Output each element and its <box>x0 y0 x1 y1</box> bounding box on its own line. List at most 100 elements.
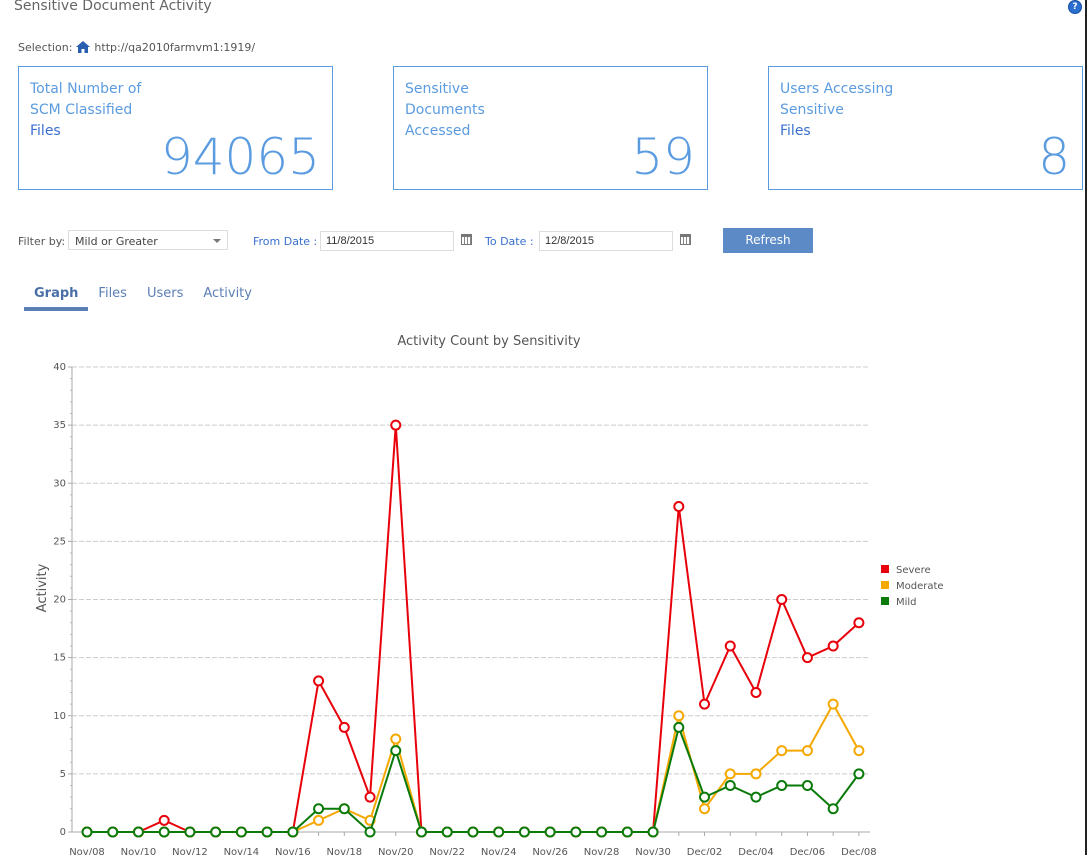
x-tick-label: Nov/18 <box>326 847 362 855</box>
data-point <box>776 594 788 605</box>
card-label: Sensitive Documents Accessed <box>405 79 605 142</box>
chart-title: Activity Count by Sensitivity <box>397 334 581 349</box>
legend-swatch <box>881 581 889 589</box>
y-tick-label: 40 <box>53 362 66 373</box>
data-point <box>338 803 350 815</box>
data-point <box>544 826 556 838</box>
data-point <box>158 826 170 838</box>
card-value: 59 <box>631 128 695 186</box>
data-point <box>724 780 736 791</box>
calendar-icon[interactable] <box>680 234 691 245</box>
card-value: 8 <box>1038 128 1070 186</box>
refresh-button[interactable]: Refresh <box>723 228 813 253</box>
series-mild <box>81 721 865 838</box>
home-icon[interactable] <box>75 40 91 54</box>
tab-users[interactable]: Users <box>137 284 193 311</box>
data-point <box>673 501 685 512</box>
legend-swatch <box>881 565 889 573</box>
data-point <box>699 698 711 710</box>
data-point <box>390 733 402 745</box>
x-tick-label: Dec/02 <box>687 847 722 855</box>
card-sensitive-docs-accessed: Sensitive Documents Accessed 59 <box>393 66 708 190</box>
card-label-line: Sensitive <box>780 102 844 118</box>
card-value: 94065 <box>160 128 320 186</box>
data-point <box>415 826 427 838</box>
x-tick-label: Nov/22 <box>429 847 465 855</box>
x-tick-label: Nov/30 <box>635 847 671 855</box>
tab-files[interactable]: Files <box>88 284 137 311</box>
help-icon[interactable]: ? <box>1068 0 1082 14</box>
y-tick-label: 15 <box>53 653 66 664</box>
x-tick-label: Dec/06 <box>790 847 825 855</box>
y-tick-label: 10 <box>53 711 66 722</box>
y-tick-label: 35 <box>53 420 66 431</box>
data-point <box>827 803 839 815</box>
data-point <box>596 826 608 838</box>
to-date-label: To Date : <box>485 235 534 248</box>
view-tabs: Graph Files Users Activity <box>24 284 262 311</box>
x-tick-label: Nov/26 <box>532 847 568 855</box>
data-point <box>647 826 659 838</box>
tab-graph[interactable]: Graph <box>24 284 89 311</box>
legend-label: Mild <box>896 597 917 608</box>
chevron-down-icon <box>213 239 221 243</box>
legend-label: Moderate <box>896 581 944 592</box>
data-point <box>235 826 247 838</box>
card-label-line: Users Accessing <box>780 81 894 97</box>
data-point <box>467 826 479 838</box>
x-tick-label: Nov/14 <box>224 847 260 855</box>
data-point <box>801 780 813 791</box>
data-point <box>364 791 376 803</box>
card-total-classified-files: Total Number of SCM Classified Files 940… <box>18 66 333 190</box>
data-point <box>801 652 813 664</box>
data-point <box>132 826 144 838</box>
y-tick-label: 0 <box>60 827 66 838</box>
data-point <box>313 814 325 826</box>
data-point <box>158 814 170 826</box>
data-point <box>390 419 402 431</box>
calendar-icon[interactable] <box>461 234 472 245</box>
card-label-line: Total Number of <box>30 81 142 97</box>
data-point <box>673 721 685 733</box>
from-date-input[interactable] <box>320 231 454 251</box>
data-point <box>853 768 865 780</box>
y-tick-label: 20 <box>53 595 66 606</box>
selection-url[interactable]: http://qa2010farmvm1:1919/ <box>94 41 255 54</box>
x-tick-label: Nov/20 <box>378 847 414 855</box>
selection-label: Selection: <box>18 40 73 54</box>
card-label-line: Files <box>780 123 811 139</box>
data-point <box>827 640 839 652</box>
data-point <box>184 826 196 838</box>
selection-breadcrumb: Selection: http://qa2010farmvm1:1919/ <box>18 40 255 54</box>
data-point <box>801 745 813 757</box>
x-tick-label: Nov/24 <box>481 847 517 855</box>
x-tick-label: Nov/08 <box>69 847 105 855</box>
card-label-line: Sensitive <box>405 81 469 97</box>
x-tick-label: Dec/08 <box>841 847 876 855</box>
y-tick-label: 25 <box>53 536 66 547</box>
data-point <box>570 826 582 838</box>
data-point <box>776 745 788 757</box>
sensitivity-filter-select[interactable]: Mild or Greater <box>68 230 228 250</box>
data-point <box>621 826 633 838</box>
series-line-mild <box>87 723 860 834</box>
data-point <box>827 698 839 710</box>
data-point <box>724 640 736 652</box>
data-point <box>673 710 685 722</box>
y-tick-label: 5 <box>60 769 66 780</box>
filter-selected-value: Mild or Greater <box>75 235 158 248</box>
card-users-accessing: Users Accessing Sensitive Files 8 <box>768 66 1083 190</box>
legend-swatch <box>881 597 889 605</box>
data-point <box>493 826 505 838</box>
series-line-moderate <box>87 702 860 833</box>
tab-activity[interactable]: Activity <box>193 284 262 311</box>
data-point <box>338 721 350 733</box>
x-tick-label: Nov/28 <box>584 847 620 855</box>
to-date-input[interactable] <box>539 231 673 251</box>
data-point <box>287 826 299 838</box>
data-point <box>210 826 222 838</box>
x-tick-label: Nov/16 <box>275 847 311 855</box>
legend-label: Severe <box>896 565 931 576</box>
app-title: Sensitive Document Activity <box>14 0 212 14</box>
y-axis-label: Activity <box>35 563 50 612</box>
